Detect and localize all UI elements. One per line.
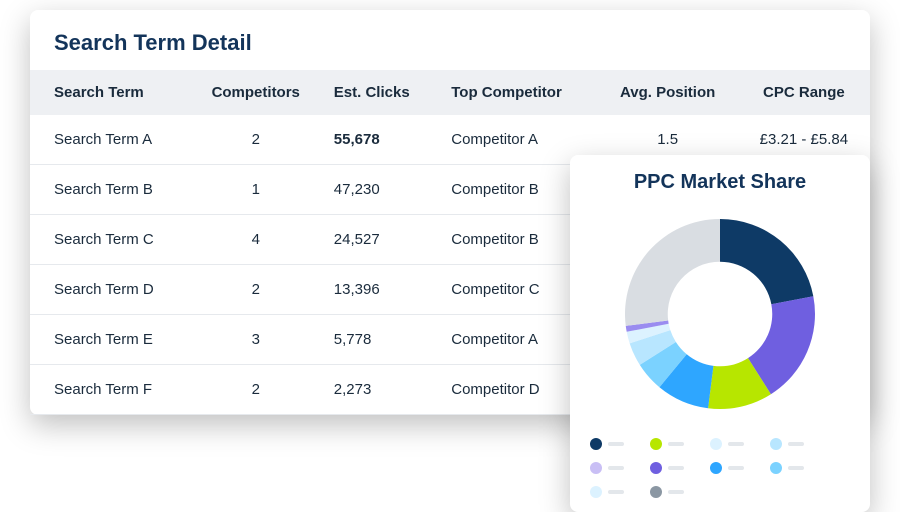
legend-swatch-icon — [710, 462, 722, 474]
col-competitors[interactable]: Competitors — [190, 70, 322, 115]
ppc-market-share-card: PPC Market Share — [570, 155, 870, 512]
cell-competitors: 2 — [190, 365, 322, 415]
legend-line-icon — [608, 442, 624, 446]
cell-clicks: 2,273 — [322, 365, 439, 415]
page-title: Search Term Detail — [30, 30, 870, 70]
col-term[interactable]: Search Term — [30, 70, 190, 115]
chart-legend — [584, 438, 856, 498]
donut-chart — [584, 204, 856, 424]
cell-competitors: 2 — [190, 265, 322, 315]
legend-item[interactable] — [710, 462, 744, 474]
cell-clicks: 47,230 — [322, 165, 439, 215]
col-cpc[interactable]: CPC Range — [738, 70, 870, 115]
legend-swatch-icon — [770, 462, 782, 474]
cell-clicks: 55,678 — [322, 115, 439, 165]
legend-swatch-icon — [770, 438, 782, 450]
chart-title: PPC Market Share — [584, 171, 856, 194]
donut-slice[interactable] — [720, 219, 813, 304]
legend-item[interactable] — [650, 486, 684, 498]
legend-item[interactable] — [590, 438, 624, 450]
legend-swatch-icon — [650, 438, 662, 450]
cell-term: Search Term B — [30, 165, 190, 215]
cell-competitors: 1 — [190, 165, 322, 215]
legend-line-icon — [608, 466, 624, 470]
table-header-row: Search Term Competitors Est. Clicks Top … — [30, 70, 870, 115]
legend-item[interactable] — [710, 438, 744, 450]
legend-swatch-icon — [650, 486, 662, 498]
cell-term: Search Term E — [30, 315, 190, 365]
legend-item[interactable] — [590, 486, 624, 498]
cell-competitors: 2 — [190, 115, 322, 165]
cell-competitors: 3 — [190, 315, 322, 365]
legend-item[interactable] — [650, 438, 684, 450]
legend-swatch-icon — [650, 462, 662, 474]
cell-term: Search Term F — [30, 365, 190, 415]
cell-clicks: 5,778 — [322, 315, 439, 365]
donut-slice[interactable] — [625, 219, 720, 326]
legend-item[interactable] — [650, 462, 684, 474]
legend-line-icon — [728, 442, 744, 446]
col-clicks[interactable]: Est. Clicks — [322, 70, 439, 115]
cell-clicks: 24,527 — [322, 215, 439, 265]
col-top[interactable]: Top Competitor — [439, 70, 597, 115]
col-avgpos[interactable]: Avg. Position — [597, 70, 737, 115]
legend-line-icon — [728, 466, 744, 470]
legend-line-icon — [668, 442, 684, 446]
cell-term: Search Term D — [30, 265, 190, 315]
legend-line-icon — [668, 490, 684, 494]
legend-item[interactable] — [770, 438, 804, 450]
legend-line-icon — [788, 442, 804, 446]
legend-swatch-icon — [710, 438, 722, 450]
legend-line-icon — [608, 490, 624, 494]
cell-term: Search Term C — [30, 215, 190, 265]
legend-swatch-icon — [590, 438, 602, 450]
legend-line-icon — [668, 466, 684, 470]
cell-competitors: 4 — [190, 215, 322, 265]
legend-item[interactable] — [590, 462, 624, 474]
legend-swatch-icon — [590, 486, 602, 498]
cell-clicks: 13,396 — [322, 265, 439, 315]
cell-term: Search Term A — [30, 115, 190, 165]
legend-item[interactable] — [770, 462, 804, 474]
legend-swatch-icon — [590, 462, 602, 474]
legend-line-icon — [788, 466, 804, 470]
